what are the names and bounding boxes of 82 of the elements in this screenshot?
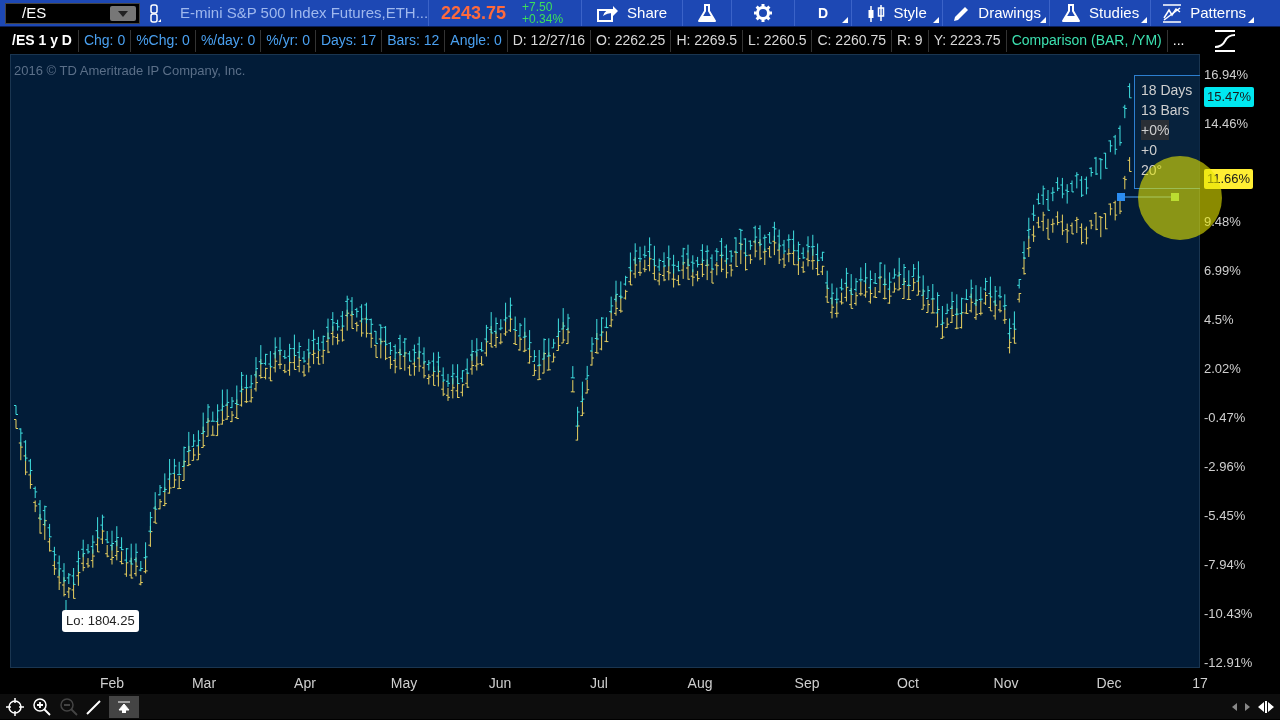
up-arrow-icon xyxy=(118,700,130,713)
axis-label: Aug xyxy=(687,674,713,693)
measurement-value: +0 xyxy=(1141,141,1158,160)
axis-label: Nov xyxy=(993,674,1019,693)
price-change: +7.50 xyxy=(522,1,554,13)
axis-label: Feb xyxy=(99,674,125,693)
study-value: C: 2260.75 xyxy=(816,31,887,50)
study-value: %/yr: 0 xyxy=(265,31,311,50)
flask-icon xyxy=(1061,3,1082,23)
measure-line[interactable] xyxy=(1117,193,1179,201)
axis-label: -12.91% xyxy=(1204,654,1253,672)
percent-change: +0.34% xyxy=(522,13,564,25)
instrument-description: E-mini S&P 500 Index Futures,ETH... xyxy=(180,2,428,23)
toolbar-button[interactable]: Share xyxy=(582,0,683,26)
axis-label: Jun xyxy=(488,674,512,693)
leader-line xyxy=(65,600,67,612)
axis-label: -10.43% xyxy=(1204,605,1253,623)
resize-handle-icon[interactable] xyxy=(1258,699,1274,714)
scroll-left-icon[interactable] xyxy=(1232,702,1237,711)
study-value: O: 2262.25 xyxy=(595,31,667,50)
price-tag: 15.47% xyxy=(1204,87,1255,107)
axis-label: Mar xyxy=(191,674,217,693)
scroll-right-icon[interactable] xyxy=(1245,702,1250,711)
dropdown-icon[interactable] xyxy=(110,5,136,21)
candlestick-icon xyxy=(867,3,886,23)
axis-label: Oct xyxy=(897,674,919,693)
pencil-icon[interactable] xyxy=(86,698,101,715)
toolbar-button[interactable]: Studies xyxy=(1050,0,1151,26)
corner-indicator-icon xyxy=(933,17,940,23)
chart-pattern-icon xyxy=(1162,3,1183,23)
axis-label: -0.47% xyxy=(1204,409,1246,427)
collapse-button[interactable] xyxy=(109,695,139,718)
corner-indicator-icon xyxy=(842,17,849,23)
axis-label: Sep xyxy=(794,674,820,693)
comparison-label: Comparison (BAR, /YM) xyxy=(1010,31,1163,50)
low-price-label: Lo: 1804.25 xyxy=(62,610,139,632)
axis-label: -5.45% xyxy=(1204,507,1246,525)
chart-title: /ES 1 y D xyxy=(11,31,73,50)
axis-label: 4.5% xyxy=(1204,311,1234,329)
measurement-value: 18 Days xyxy=(1141,81,1194,100)
crosshair-icon[interactable] xyxy=(6,697,24,716)
aggregation-button[interactable]: D xyxy=(795,0,852,26)
study-value: Bars: 12 xyxy=(386,31,441,50)
corner-indicator-icon xyxy=(1248,17,1255,23)
corner-indicator-icon xyxy=(1141,17,1148,23)
measurement-value: 13 Bars xyxy=(1141,101,1191,120)
study-value: Days: 17 xyxy=(319,31,378,50)
axis-label: -2.96% xyxy=(1204,458,1246,476)
axis-label: Apr xyxy=(294,674,316,693)
corner-indicator-icon xyxy=(1040,17,1047,23)
axis-label: May xyxy=(390,674,418,693)
settings-icon xyxy=(753,3,774,23)
study-value: %/day: 0 xyxy=(199,31,257,50)
price-tag: 11.66% xyxy=(1204,169,1254,189)
study-value: D: 12/27/16 xyxy=(511,31,587,50)
copyright-text: 2016 © TD Ameritrade IP Company, Inc. xyxy=(14,62,246,80)
flask-icon xyxy=(697,3,718,23)
axis-label: Jul xyxy=(590,674,608,693)
axis-label: 16.94% xyxy=(1204,66,1249,84)
study-value: Angle: 0 xyxy=(449,31,503,50)
more-button[interactable]: ... xyxy=(1167,30,1190,51)
symbol-field[interactable]: /ES xyxy=(5,2,140,24)
study-value: Chg: 0 xyxy=(82,31,127,50)
study-value: %Chg: 0 xyxy=(135,31,191,50)
measurement-value: +0% xyxy=(1141,120,1170,140)
toolbar-button[interactable]: Style xyxy=(852,0,943,26)
zoom-in-icon[interactable] xyxy=(32,697,51,716)
axis-label: Dec xyxy=(1096,674,1122,693)
axis-label: 17 xyxy=(1192,674,1208,693)
toolbar-button[interactable]: Drawings xyxy=(943,0,1050,26)
study-value: Y: 2223.75 xyxy=(932,31,1002,50)
axis-label: 2.02% xyxy=(1204,360,1241,378)
study-value: R: 9 xyxy=(896,31,924,50)
share-icon xyxy=(597,4,620,22)
study-value: L: 2260.5 xyxy=(747,31,808,50)
curve-icon[interactable] xyxy=(1213,28,1238,53)
axis-label: 14.46% xyxy=(1204,115,1249,133)
study-value: H: 2269.5 xyxy=(675,31,739,50)
axis-label: 6.99% xyxy=(1204,262,1241,280)
toolbar-button[interactable]: Patterns xyxy=(1151,0,1258,26)
axis-label: -7.94% xyxy=(1204,556,1246,574)
last-price: 2243.75 xyxy=(441,1,507,25)
